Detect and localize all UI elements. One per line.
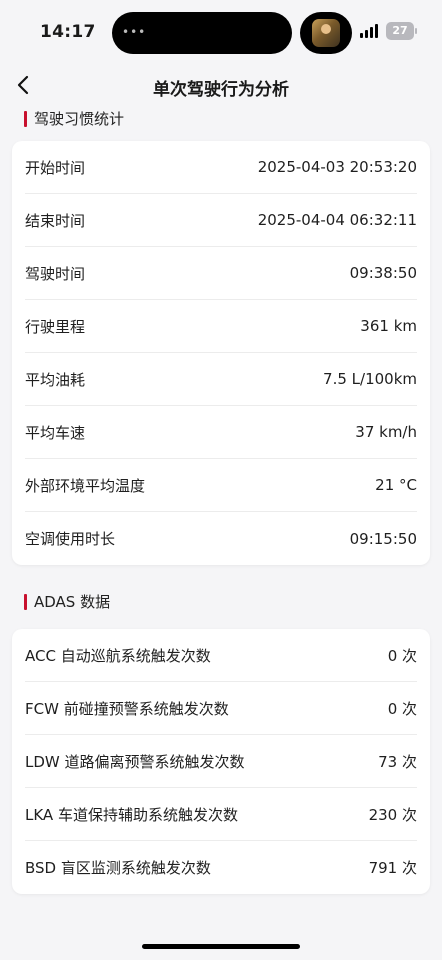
stat-label: FCW 前碰撞预警系统触发次数 (25, 699, 229, 718)
stat-row-start-time: 开始时间 2025-04-03 20:53:20 (25, 141, 417, 194)
stat-label: 平均油耗 (25, 370, 86, 389)
stat-value: 2025-04-04 06:32:11 (257, 211, 417, 229)
stat-label: 驾驶时间 (25, 264, 86, 283)
stat-row-avg-speed: 平均车速 37 km/h (25, 406, 417, 459)
stat-label: 开始时间 (25, 158, 86, 177)
page-title: 单次驾驶行为分析 (153, 80, 289, 100)
stat-value: 0 次 (387, 646, 417, 665)
adas-row-acc: ACC 自动巡航系统触发次数 0 次 (25, 629, 417, 682)
stat-row-end-time: 结束时间 2025-04-04 06:32:11 (25, 194, 417, 247)
stat-row-ac-duration: 空调使用时长 09:15:50 (25, 512, 417, 565)
status-time: 14:17 (40, 22, 96, 42)
stat-label: 空调使用时长 (25, 530, 116, 548)
battery-icon: 27 (386, 22, 417, 40)
stat-row-mileage: 行驶里程 361 km (25, 300, 417, 353)
adas-card: ACC 自动巡航系统触发次数 0 次 FCW 前碰撞预警系统触发次数 0 次 L… (12, 629, 430, 894)
stat-value: 7.5 L/100km (323, 370, 417, 388)
stat-label: LDW 道路偏离预警系统触发次数 (25, 752, 245, 771)
nav-bar: 单次驾驶行为分析 (0, 66, 442, 106)
stat-value: 09:15:50 (349, 529, 417, 548)
stat-value: 2025-04-03 20:53:20 (257, 158, 417, 176)
live-activity-avatar (312, 19, 340, 47)
section-title-adas: ADAS 数据 (24, 591, 110, 612)
stat-label: 平均车速 (25, 423, 86, 442)
section-title-text: ADAS 数据 (34, 593, 111, 611)
adas-row-ldw: LDW 道路偏离预警系统触发次数 73 次 (25, 735, 417, 788)
section-title-driving-habits: 驾驶习惯统计 (24, 108, 124, 129)
stat-label: 行驶里程 (25, 317, 86, 336)
stat-value: 0 次 (387, 699, 417, 718)
stat-value: 361 km (360, 317, 417, 335)
section-accent-bar (24, 110, 27, 127)
stat-value: 791 次 (368, 859, 417, 877)
stat-label: ACC 自动巡航系统触发次数 (25, 646, 211, 665)
adas-row-lka: LKA 车道保持辅助系统触发次数 230 次 (25, 788, 417, 841)
section-accent-bar (24, 593, 27, 610)
stat-label: 结束时间 (25, 211, 86, 230)
stat-label: 外部环境平均温度 (25, 476, 146, 495)
cellular-signal-icon (360, 24, 382, 38)
stat-value: 21 °C (375, 476, 417, 494)
stat-value: 09:38:50 (349, 264, 417, 282)
status-bar: 14:17 ••• 27 (0, 0, 442, 66)
dynamic-island[interactable]: ••• (112, 12, 292, 54)
section-title-text: 驾驶习惯统计 (34, 110, 125, 128)
driving-habits-card: 开始时间 2025-04-03 20:53:20 结束时间 2025-04-04… (12, 141, 430, 565)
adas-row-fcw: FCW 前碰撞预警系统触发次数 0 次 (25, 682, 417, 735)
activity-dots-icon: ••• (122, 25, 147, 39)
adas-row-bsd: BSD 盲区监测系统触发次数 791 次 (25, 841, 417, 894)
stat-row-avg-temperature: 外部环境平均温度 21 °C (25, 459, 417, 512)
stat-value: 73 次 (378, 752, 417, 771)
stat-value: 37 km/h (355, 423, 417, 441)
stat-row-avg-fuel: 平均油耗 7.5 L/100km (25, 353, 417, 406)
stat-value: 230 次 (368, 805, 417, 824)
live-activity-pill[interactable] (300, 12, 352, 54)
battery-level: 27 (392, 24, 408, 37)
stat-row-drive-duration: 驾驶时间 09:38:50 (25, 247, 417, 300)
stat-label: LKA 车道保持辅助系统触发次数 (25, 805, 238, 824)
home-indicator[interactable] (142, 944, 300, 949)
stat-label: BSD 盲区监测系统触发次数 (25, 859, 211, 877)
